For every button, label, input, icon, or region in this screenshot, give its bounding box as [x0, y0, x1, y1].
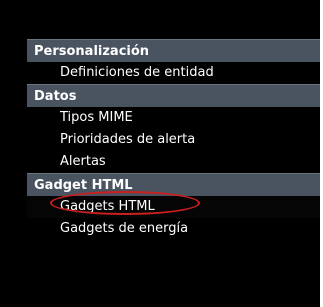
section-label: Datos: [34, 89, 77, 104]
section-label: Personalización: [34, 44, 150, 59]
section-header-gadget-html[interactable]: Gadget HTML: [27, 173, 320, 196]
section-header-personalizacion[interactable]: Personalización: [27, 39, 320, 62]
menu-item-label: Gadgets de energía: [60, 221, 189, 236]
navigation-panel: Personalización Definiciones de entidad …: [0, 0, 323, 307]
section-label: Gadget HTML: [34, 178, 133, 193]
menu-item-gadgets-html[interactable]: Gadgets HTML: [27, 191, 320, 218]
menu-item-label: Gadgets HTML: [60, 199, 155, 214]
menu-item-gadgets-de-energia[interactable]: Gadgets de energía: [27, 218, 320, 240]
admin-menu: Personalización Definiciones de entidad …: [27, 39, 320, 240]
menu-item-label: Definiciones de entidad: [60, 65, 214, 80]
menu-item-prioridades-de-alerta[interactable]: Prioridades de alerta: [27, 129, 320, 151]
menu-item-label: Alertas: [60, 154, 106, 169]
menu-item-label: Tipos MIME: [60, 110, 133, 125]
menu-item-label: Prioridades de alerta: [60, 132, 196, 147]
menu-item-tipos-mime[interactable]: Tipos MIME: [27, 107, 320, 129]
section-header-datos[interactable]: Datos: [27, 84, 320, 107]
menu-item-definiciones-de-entidad[interactable]: Definiciones de entidad: [27, 62, 320, 84]
menu-item-alertas[interactable]: Alertas: [27, 151, 320, 173]
